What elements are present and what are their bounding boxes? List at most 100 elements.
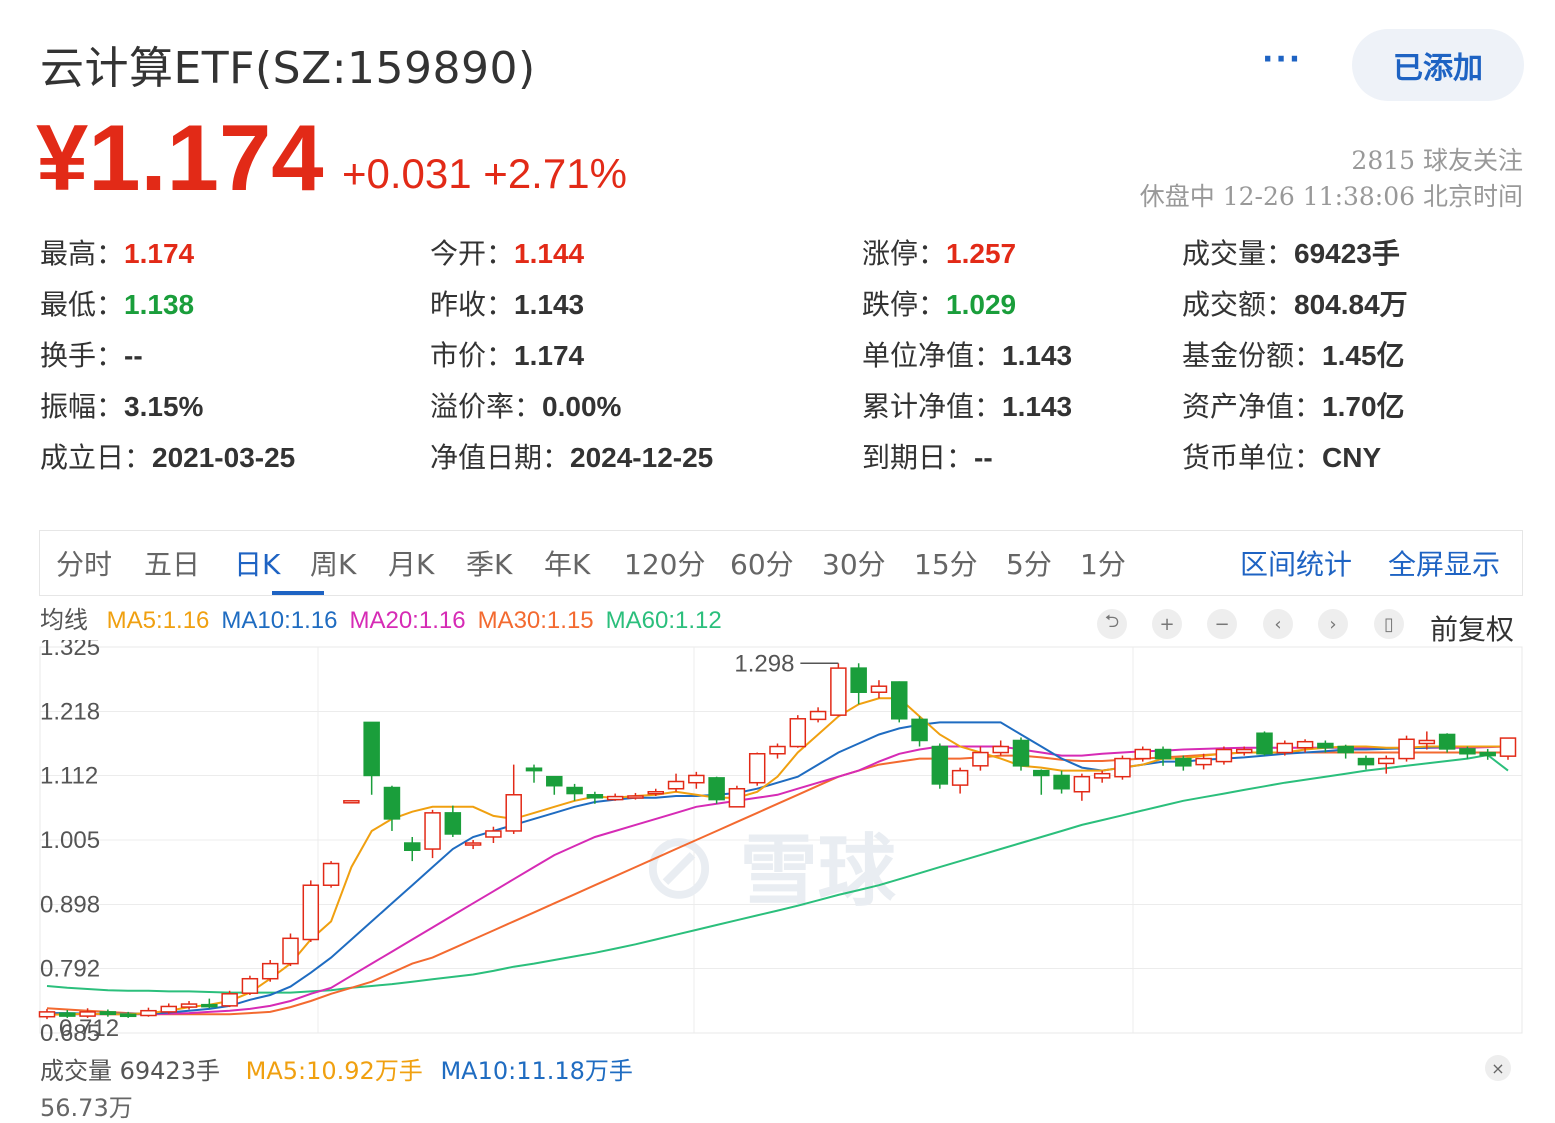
quote-label: 最低： [40, 288, 125, 321]
tab-1[interactable]: 五日 [144, 543, 200, 583]
tab-10[interactable]: 15分 [914, 543, 978, 583]
candle-body [383, 786, 401, 820]
y-tick-label: 1.325 [40, 640, 100, 661]
zoom-in-icon[interactable]: + [1152, 609, 1182, 639]
ma-legend-item: MA60:1.12 [605, 607, 722, 634]
quote-value: 1.45亿 [1322, 340, 1405, 371]
quote-value: 1.174 [124, 238, 195, 269]
candle-body [140, 1009, 157, 1017]
active-tab-indicator [272, 591, 324, 595]
quote-label: 换手： [40, 339, 125, 372]
y-tick-label: 1.218 [40, 699, 100, 726]
candle-body [1378, 757, 1395, 765]
market-status: 休盘中 12-26 11:38:06 北京时间 [1139, 182, 1523, 211]
candle-body [1438, 733, 1456, 750]
quote-item: 单位净值：1.143 [862, 334, 1072, 374]
added-button[interactable]: 已添加 [1352, 29, 1524, 101]
fullscreen-link[interactable]: 全屏显示 [1388, 543, 1500, 583]
ma-legend-item: MA30:1.15 [477, 607, 594, 634]
candle-body [809, 710, 827, 721]
quote-value: 2024-12-25 [570, 442, 714, 473]
candle-body [505, 794, 522, 832]
candle-icon[interactable]: ▯ [1374, 609, 1404, 639]
candle-body [302, 884, 320, 941]
quote-label: 最高： [40, 237, 125, 270]
close-volume-icon[interactable]: × [1485, 1055, 1511, 1081]
candle-body [363, 721, 380, 777]
quote-item: 货币单位：CNY [1182, 436, 1381, 476]
range-stats-link[interactable]: 区间统计 [1240, 543, 1352, 583]
y-tick-label: 0.792 [40, 955, 100, 982]
candle-body [485, 830, 502, 838]
ma-legend-item: MA20:1.16 [349, 607, 466, 634]
candle-body [343, 800, 360, 804]
volume-label: 成交量 69423手 [40, 1057, 220, 1085]
quote-item: 振幅：3.15% [40, 385, 203, 425]
tab-6[interactable]: 年K [544, 543, 590, 583]
candle-body [1195, 757, 1212, 766]
candle-body [1235, 748, 1253, 754]
candle-body [951, 769, 969, 786]
quote-item: 昨收：1.143 [430, 283, 584, 323]
tab-11[interactable]: 5分 [1006, 543, 1052, 583]
quote-item: 跌停：1.029 [862, 283, 1016, 323]
candle-body [424, 812, 441, 850]
tab-3[interactable]: 周K [310, 543, 356, 583]
candle-body [464, 842, 482, 846]
candle-body [931, 745, 949, 785]
quote-item: 资产净值：1.70亿 [1182, 385, 1405, 425]
tab-2[interactable]: 日K [234, 543, 280, 583]
y-tick-label: 1.005 [40, 827, 100, 854]
candle-body [1012, 739, 1030, 767]
candle-body [830, 667, 847, 716]
quote-item: 累计净值：1.143 [862, 385, 1072, 425]
left-icon[interactable]: ‹ [1263, 609, 1293, 639]
candle-body [1154, 748, 1172, 760]
quote-item: 换手：-- [40, 334, 143, 374]
tab-7[interactable]: 120分 [624, 543, 705, 583]
more-options-icon[interactable]: ··· [1262, 42, 1302, 77]
candle-body [1317, 742, 1334, 749]
candle-body [850, 667, 867, 693]
candle-body [627, 795, 644, 799]
candle-body [1398, 738, 1415, 760]
tab-9[interactable]: 30分 [822, 543, 886, 583]
candle-body [728, 787, 746, 808]
candle-body [1215, 748, 1233, 763]
quote-label: 基金份额： [1182, 339, 1323, 372]
quote-label: 资产净值： [1182, 390, 1323, 423]
quote-item: 今开：1.144 [430, 232, 584, 272]
candle-body [525, 767, 543, 772]
max-price-label: 1.298 [734, 650, 794, 677]
tab-5[interactable]: 季K [466, 543, 512, 583]
tab-0[interactable]: 分时 [56, 543, 112, 583]
quote-value: 0.00% [542, 391, 622, 422]
candle-body [1276, 742, 1294, 754]
quote-value: 1.143 [1002, 391, 1073, 422]
candle-body [606, 795, 624, 801]
candle-body [769, 745, 786, 755]
quote-value: 1.70亿 [1322, 391, 1405, 422]
y-tick-label: 1.112 [40, 762, 98, 789]
candle-body [1357, 757, 1375, 766]
tab-4[interactable]: 月K [388, 543, 434, 583]
undo-icon[interactable]: ⮌ [1097, 609, 1127, 639]
tab-8[interactable]: 60分 [730, 543, 794, 583]
zoom-out-icon[interactable]: − [1207, 609, 1237, 639]
candlestick-chart[interactable]: ⊘ 雪球1.3251.2181.1121.0050.8980.7920.6851… [0, 640, 1555, 1048]
quote-label: 成立日： [40, 441, 153, 474]
candle-body [1499, 737, 1517, 757]
followers-count[interactable]: 2815 球友关注 [1351, 141, 1523, 177]
candle-body [972, 751, 989, 767]
quote-value: 2021-03-25 [152, 442, 296, 473]
candle-body [180, 1003, 198, 1008]
quote-item: 成立日：2021-03-25 [40, 436, 295, 476]
quote-item: 最低：1.138 [40, 283, 194, 323]
quote-value: 1.143 [514, 289, 585, 320]
candle-body [870, 685, 888, 693]
quote-value: 1.174 [514, 340, 585, 371]
quote-label: 溢价率： [430, 390, 543, 423]
quote-value: 1.144 [514, 238, 585, 269]
right-icon[interactable]: › [1318, 609, 1348, 639]
tab-12[interactable]: 1分 [1080, 543, 1126, 583]
